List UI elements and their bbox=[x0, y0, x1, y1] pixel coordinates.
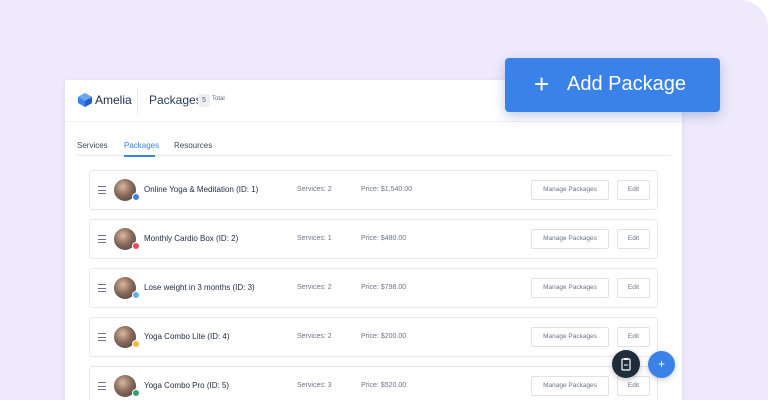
manage-packages-button[interactable]: Manage Packages bbox=[531, 180, 609, 200]
plus-icon: + bbox=[534, 69, 550, 99]
package-name: Lose weight in 3 months (ID: 3) bbox=[144, 283, 255, 292]
active-tab-indicator bbox=[124, 155, 155, 157]
count-label: Total bbox=[212, 96, 225, 102]
edit-button[interactable]: Edit bbox=[617, 180, 650, 200]
package-row[interactable]: Yoga Combo Lite (ID: 4) Services: 2 Pric… bbox=[89, 317, 658, 357]
package-color-dot bbox=[132, 291, 140, 299]
edit-button[interactable]: Edit bbox=[617, 229, 650, 249]
edit-button[interactable]: Edit bbox=[617, 376, 650, 396]
package-services: Services: 2 bbox=[297, 284, 332, 291]
package-price: Price: $200.00 bbox=[361, 333, 407, 340]
tab-bar: Services Packages Resources bbox=[77, 134, 671, 157]
package-name: Yoga Combo Pro (ID: 5) bbox=[144, 381, 230, 390]
package-name: Monthly Cardio Box (ID: 2) bbox=[144, 234, 239, 243]
drag-handle-icon[interactable] bbox=[98, 235, 106, 243]
package-row[interactable]: Lose weight in 3 months (ID: 3) Services… bbox=[89, 268, 658, 308]
package-services: Services: 1 bbox=[297, 235, 332, 242]
packages-panel: Amelia Packages 5 Total Services Package… bbox=[65, 80, 682, 400]
clipboard-icon bbox=[621, 358, 631, 371]
manage-packages-button[interactable]: Manage Packages bbox=[531, 327, 609, 347]
add-package-button[interactable]: + Add Package bbox=[505, 58, 720, 112]
package-color-dot bbox=[132, 193, 140, 201]
edit-button[interactable]: Edit bbox=[617, 278, 650, 298]
package-color-dot bbox=[132, 242, 140, 250]
package-services: Services: 2 bbox=[297, 333, 332, 340]
manage-packages-button[interactable]: Manage Packages bbox=[531, 376, 609, 396]
clipboard-fab-button[interactable] bbox=[612, 350, 640, 378]
package-name: Online Yoga & Meditation (ID: 1) bbox=[144, 185, 259, 194]
drag-handle-icon[interactable] bbox=[98, 333, 106, 341]
package-services: Services: 3 bbox=[297, 382, 332, 389]
add-fab-button[interactable]: + bbox=[648, 351, 675, 378]
package-services: Services: 2 bbox=[297, 186, 332, 193]
amelia-logo-icon bbox=[78, 93, 92, 107]
drag-handle-icon[interactable] bbox=[98, 284, 106, 292]
package-price: Price: $480.00 bbox=[361, 235, 407, 242]
header-divider bbox=[137, 88, 138, 114]
drag-handle-icon[interactable] bbox=[98, 186, 106, 194]
package-row[interactable]: Yoga Combo Pro (ID: 5) Services: 3 Price… bbox=[89, 366, 658, 400]
package-row[interactable]: Online Yoga & Meditation (ID: 1) Service… bbox=[89, 170, 658, 210]
brand-name: Amelia bbox=[95, 93, 132, 107]
manage-packages-button[interactable]: Manage Packages bbox=[531, 229, 609, 249]
package-name: Yoga Combo Lite (ID: 4) bbox=[144, 332, 230, 341]
drag-handle-icon[interactable] bbox=[98, 382, 106, 390]
package-color-dot bbox=[132, 340, 140, 348]
package-price: Price: $1,540.00 bbox=[361, 186, 412, 193]
tab-packages[interactable]: Packages bbox=[124, 141, 159, 150]
tab-services[interactable]: Services bbox=[77, 141, 108, 150]
manage-packages-button[interactable]: Manage Packages bbox=[531, 278, 609, 298]
package-price: Price: $520.00 bbox=[361, 382, 407, 389]
page-title: Packages bbox=[149, 93, 202, 107]
tab-resources[interactable]: Resources bbox=[174, 141, 212, 150]
plus-icon: + bbox=[657, 357, 665, 371]
count-badge: 5 bbox=[198, 94, 210, 107]
package-price: Price: $798.00 bbox=[361, 284, 407, 291]
edit-button[interactable]: Edit bbox=[617, 327, 650, 347]
package-color-dot bbox=[132, 389, 140, 397]
package-row[interactable]: Monthly Cardio Box (ID: 2) Services: 1 P… bbox=[89, 219, 658, 259]
add-package-label: Add Package bbox=[567, 73, 686, 95]
